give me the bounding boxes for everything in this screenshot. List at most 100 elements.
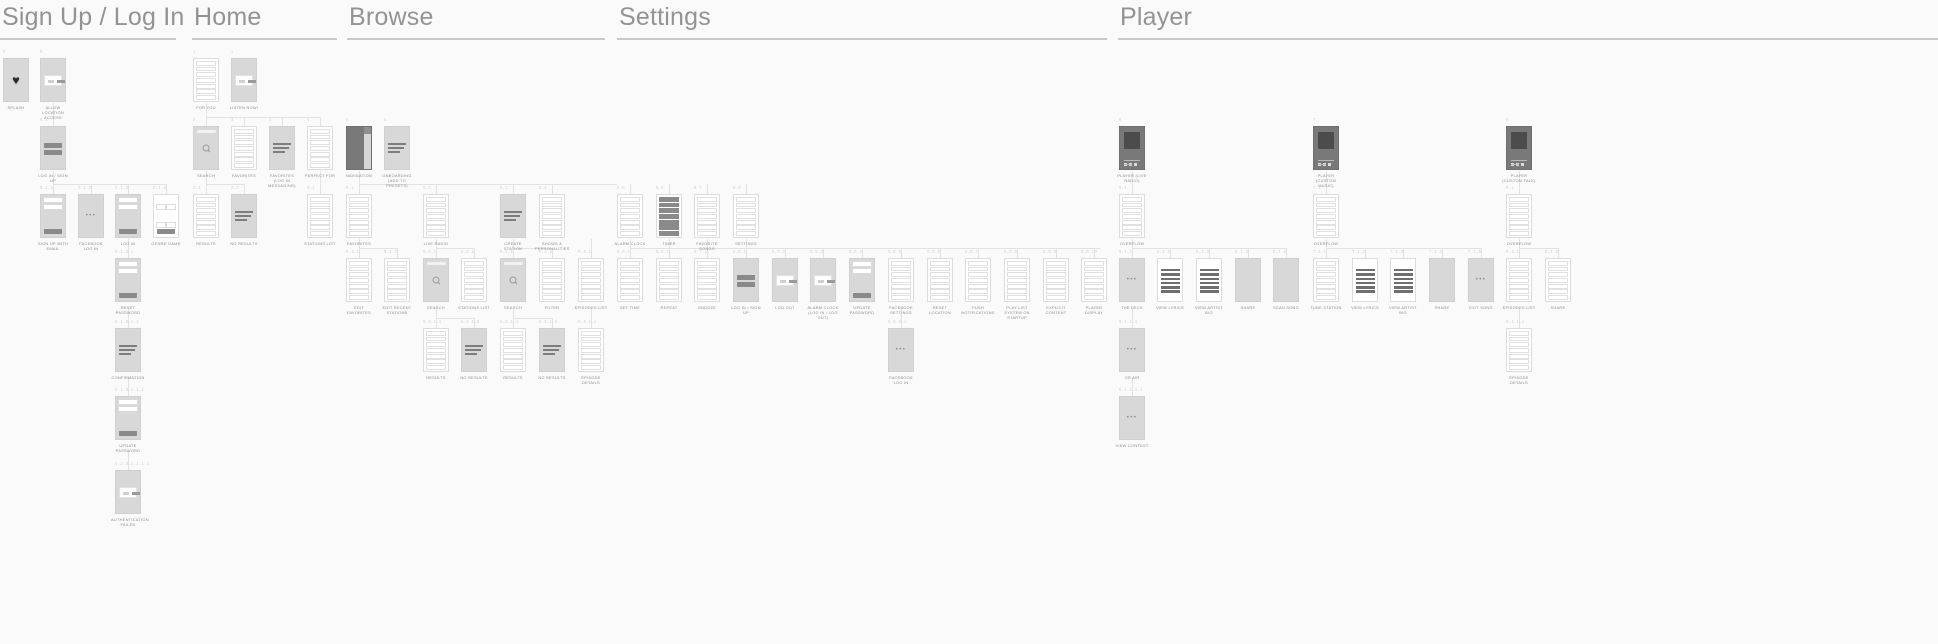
screen-thumbnail[interactable] xyxy=(40,58,66,102)
screen-node-n5211[interactable]: 5.2.1.1 Results xyxy=(423,319,449,380)
screen-thumbnail[interactable] xyxy=(927,258,953,302)
screen-thumbnail[interactable] xyxy=(1429,258,1455,302)
screen-thumbnail[interactable] xyxy=(269,126,295,170)
screen-thumbnail[interactable]: ••• xyxy=(78,194,104,238)
screen-thumbnail[interactable] xyxy=(231,194,257,238)
screen-node-n613[interactable]: 6.1.3 View Artist Bio xyxy=(1195,249,1222,315)
screen-thumbnail[interactable]: ••• xyxy=(888,328,914,372)
search-input[interactable] xyxy=(503,262,523,266)
screen-node-n58[interactable]: 5.8 Settings xyxy=(733,185,759,246)
screen-thumbnail[interactable] xyxy=(1390,258,1416,302)
screen-node-n41[interactable]: 4.1 Stations List xyxy=(304,185,336,246)
screen-thumbnail[interactable] xyxy=(849,258,875,302)
screen-node-n586[interactable]: 5.8.6 Reset Location xyxy=(927,249,953,315)
screen-thumbnail[interactable] xyxy=(115,258,141,302)
screen-node-n711[interactable]: 7.1.1 Tune Station xyxy=(1310,249,1341,310)
screen-node-n531[interactable]: 5.3.1 Search xyxy=(500,249,526,310)
screen-node-n013[interactable]: 0.1.3 Log In xyxy=(115,185,141,246)
screen-thumbnail[interactable] xyxy=(656,194,682,238)
screen-node-n013111[interactable]: 0.1.3.1.1.1 Update Password xyxy=(115,387,144,453)
screen-thumbnail[interactable] xyxy=(231,58,257,102)
screen-node-n8[interactable]: 8 Player (Custom Talk) xyxy=(1502,117,1535,183)
screen-node-n712[interactable]: 7.1.2 View Lyrics xyxy=(1351,249,1379,310)
screen-node-n1[interactable]: 1 For You xyxy=(193,49,219,110)
screen-node-n56[interactable]: 5.6 Timer xyxy=(656,185,682,246)
screen-thumbnail[interactable] xyxy=(1273,258,1299,302)
screen-thumbnail[interactable] xyxy=(1043,258,1069,302)
screen-thumbnail[interactable] xyxy=(1506,258,1532,302)
screen-thumbnail[interactable] xyxy=(115,328,141,372)
screen-node-n584[interactable]: 5.8.4 Update Password xyxy=(849,249,875,315)
screen-thumbnail[interactable] xyxy=(694,194,720,238)
screen-thumbnail[interactable] xyxy=(346,194,372,238)
screen-thumbnail[interactable] xyxy=(423,328,449,372)
screen-thumbnail[interactable] xyxy=(1313,258,1339,302)
screen-node-n714[interactable]: 7.1.4 Share xyxy=(1429,249,1455,310)
screen-thumbnail[interactable] xyxy=(115,194,141,238)
screen-thumbnail[interactable] xyxy=(617,258,643,302)
screen-node-n7[interactable]: 7 Player (Custom Music) xyxy=(1313,117,1339,188)
screen-node-n715[interactable]: 7.1.5 ••• Exit Song xyxy=(1468,249,1494,310)
screen-thumbnail[interactable] xyxy=(1506,194,1532,238)
screen-node-n614[interactable]: 6.1.4 Share xyxy=(1235,249,1261,310)
screen-thumbnail[interactable] xyxy=(423,258,449,302)
screen-thumbnail[interactable] xyxy=(1081,258,1107,302)
screen-thumbnail[interactable] xyxy=(115,470,141,514)
screen-thumbnail[interactable] xyxy=(1235,258,1261,302)
screen-node-n011[interactable]: 0.1.1 Sign Up With Email xyxy=(38,185,68,251)
screen-thumbnail[interactable] xyxy=(772,258,798,302)
screen-node-n511[interactable]: 5.1.1 Edit Favorites xyxy=(346,249,372,315)
screen-node-n811[interactable]: 8.1.1 Episodes List xyxy=(1503,249,1536,310)
screen-node-n5311[interactable]: 5.3.1.1 Results xyxy=(500,319,526,380)
screen-node-n611[interactable]: 6.1.1 ••• The Deck xyxy=(1119,249,1145,310)
screen-thumbnail[interactable] xyxy=(810,258,836,302)
screen-node-n012[interactable]: 0.1.2 ••• Facebook Log In xyxy=(78,185,104,251)
search-input[interactable] xyxy=(426,262,446,266)
screen-node-n0a[interactable]: 0 Allow Location Access xyxy=(40,49,66,120)
screen-thumbnail[interactable]: ••• xyxy=(1119,396,1145,440)
screen-node-n812[interactable]: 8.1.2 Share xyxy=(1545,249,1571,310)
screen-thumbnail[interactable] xyxy=(1119,126,1145,170)
screen-node-n5810[interactable]: 5.8.10 Player Display xyxy=(1081,249,1107,315)
screen-node-n57[interactable]: 5.7 Favorite Songs xyxy=(694,185,720,251)
screen-thumbnail[interactable] xyxy=(461,328,487,372)
screen-thumbnail[interactable] xyxy=(193,194,219,238)
screen-node-n21[interactable]: 2.1 Results xyxy=(193,185,219,246)
screen-thumbnail[interactable] xyxy=(461,258,487,302)
screen-node-n521[interactable]: 5.2.1 Search xyxy=(423,249,449,310)
screen-thumbnail[interactable] xyxy=(1545,258,1571,302)
screen-thumbnail[interactable] xyxy=(423,194,449,238)
screen-node-n6[interactable]: 6 Player (Live Radio) xyxy=(1117,117,1146,183)
screen-node-n581[interactable]: 5.8.1 Log In / Sign Up xyxy=(731,249,760,315)
screen-node-n5851[interactable]: 5.8.5.1 ••• Facebook Log In xyxy=(888,319,914,385)
screen-node-n583[interactable]: 5.8.3 Alarm Clock (Log In / Log Out) xyxy=(808,249,839,320)
screen-thumbnail[interactable] xyxy=(539,328,565,372)
screen-node-n5411[interactable]: 5.4.1.1 Episode Details xyxy=(578,319,604,385)
screen-thumbnail[interactable] xyxy=(307,126,333,170)
screen-node-n522[interactable]: 5.2.2 Stations List xyxy=(458,249,490,310)
screen-node-n3[interactable]: 3 Favorites xyxy=(231,117,257,178)
screen-thumbnail[interactable]: ♥ xyxy=(3,58,29,102)
screen-thumbnail[interactable] xyxy=(346,126,372,170)
screen-thumbnail[interactable] xyxy=(346,258,372,302)
screen-thumbnail[interactable] xyxy=(115,396,141,440)
screen-thumbnail[interactable] xyxy=(193,126,219,170)
screen-node-n551[interactable]: 5.5.1 Set Time xyxy=(617,249,643,310)
screen-thumbnail[interactable] xyxy=(231,126,257,170)
screen-thumbnail[interactable] xyxy=(1313,194,1339,238)
screen-node-n014[interactable]: 0.1.4 Genre Game xyxy=(151,185,180,246)
screen-node-n52[interactable]: 5.2 Live Radio xyxy=(423,185,449,246)
screen-node-n54[interactable]: 5.4 Shows & Personalities xyxy=(535,185,569,251)
screen-thumbnail[interactable] xyxy=(888,258,914,302)
screen-node-n5312[interactable]: 5.3.1.2 No Results xyxy=(538,319,565,380)
screen-node-n587[interactable]: 5.8.7 Push Notifications xyxy=(961,249,994,315)
screen-thumbnail[interactable] xyxy=(733,258,759,302)
screen-thumbnail[interactable] xyxy=(40,194,66,238)
screen-thumbnail[interactable] xyxy=(578,258,604,302)
screen-node-n4[interactable]: 4 Perfect For xyxy=(305,117,335,178)
screen-thumbnail[interactable]: ••• xyxy=(1119,328,1145,372)
screen-node-n55[interactable]: 5.5 Alarm Clock xyxy=(615,185,646,246)
screen-node-n51[interactable]: 5.1 Favorites xyxy=(346,185,372,246)
screen-thumbnail[interactable] xyxy=(578,328,604,372)
screen-node-n61[interactable]: 6.1 Overflow xyxy=(1119,185,1145,246)
